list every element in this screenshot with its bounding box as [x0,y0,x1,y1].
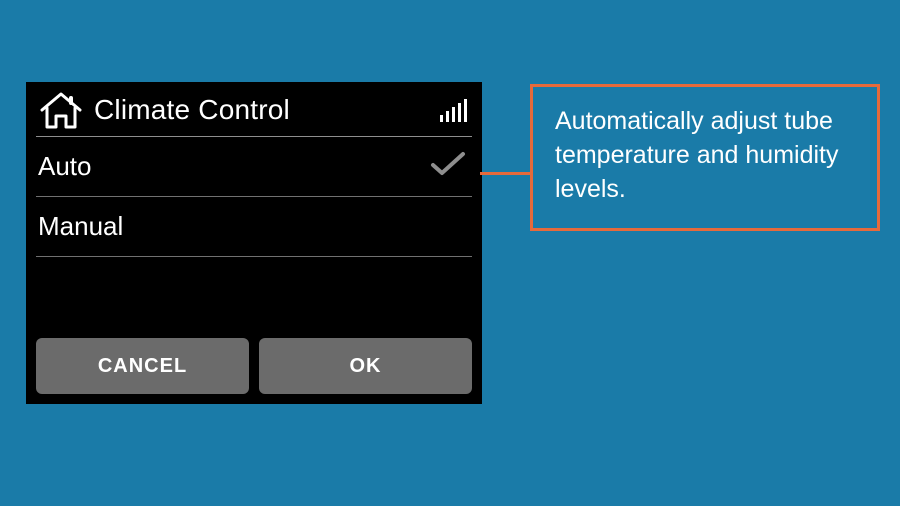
panel-header: Climate Control [36,86,472,137]
callout-text: Automatically adjust tube temperature an… [555,107,838,203]
button-bar: CANCEL OK [36,338,472,394]
home-icon[interactable] [38,90,84,130]
cancel-button[interactable]: CANCEL [36,338,249,394]
option-label: Auto [38,151,92,182]
signal-icon [440,98,470,122]
ok-button[interactable]: OK [259,338,472,394]
page-title: Climate Control [94,94,430,126]
option-label: Manual [38,211,123,242]
climate-control-panel: Climate Control Auto Manual CANCEL OK [26,82,482,404]
callout-connector [480,172,530,175]
option-auto[interactable]: Auto [36,137,472,197]
option-manual[interactable]: Manual [36,197,472,257]
options-list: Auto Manual [36,137,472,338]
check-icon [430,151,466,182]
callout-box: Automatically adjust tube temperature an… [530,84,880,231]
